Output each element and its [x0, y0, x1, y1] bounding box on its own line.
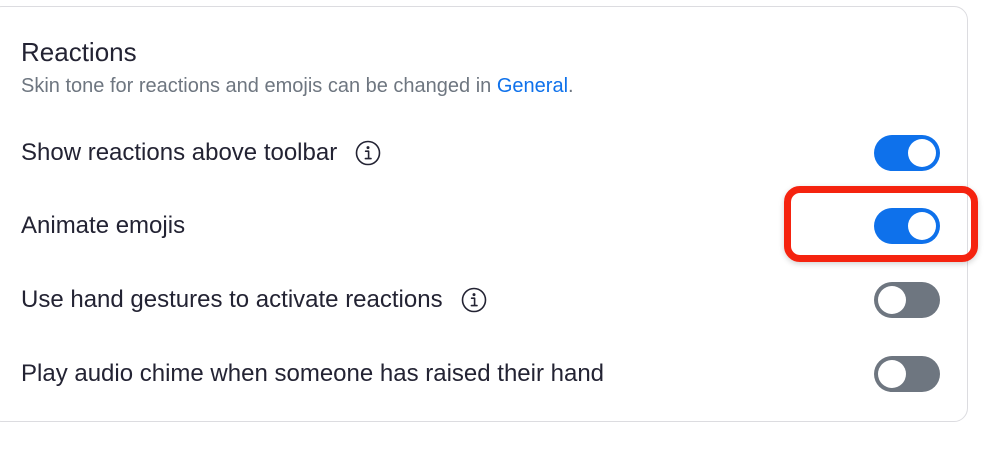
setting-label: Play audio chime when someone has raised…	[21, 360, 605, 387]
setting-row-hand-gestures: Use hand gestures to activate reactions	[0, 280, 998, 320]
section-title: Reactions	[21, 37, 137, 67]
section-subtitle: Skin tone for reactions and emojis can b…	[21, 72, 574, 100]
general-settings-link[interactable]: General	[497, 75, 568, 97]
toggle-knob	[908, 212, 936, 240]
setting-label-group: Play audio chime when someone has raised…	[21, 354, 604, 394]
hand-gestures-toggle[interactable]	[874, 282, 940, 318]
info-icon[interactable]	[461, 287, 487, 313]
setting-label: Animate emojis	[21, 212, 186, 239]
setting-label-group: Use hand gestures to activate reactions	[21, 280, 487, 320]
setting-label: Show reactions above toolbar	[21, 139, 338, 166]
setting-row-audio-chime: Play audio chime when someone has raised…	[0, 354, 998, 394]
toggle-knob	[878, 360, 906, 388]
show-reactions-toggle[interactable]	[874, 135, 940, 171]
setting-label-group: Animate emojis	[21, 206, 185, 246]
setting-row-show-reactions-above-toolbar: Show reactions above toolbar	[0, 133, 998, 173]
setting-row-animate-emojis: Animate emojis	[0, 206, 998, 246]
toggle-knob	[878, 286, 906, 314]
subtitle-text: Skin tone for reactions and emojis can b…	[21, 75, 497, 97]
audio-chime-toggle[interactable]	[874, 356, 940, 392]
animate-emojis-toggle[interactable]	[874, 208, 940, 244]
toggle-knob	[908, 139, 936, 167]
setting-label-group: Show reactions above toolbar	[21, 133, 381, 173]
info-icon[interactable]	[355, 140, 381, 166]
setting-label: Use hand gestures to activate reactions	[21, 286, 443, 313]
subtitle-period: .	[568, 75, 574, 97]
